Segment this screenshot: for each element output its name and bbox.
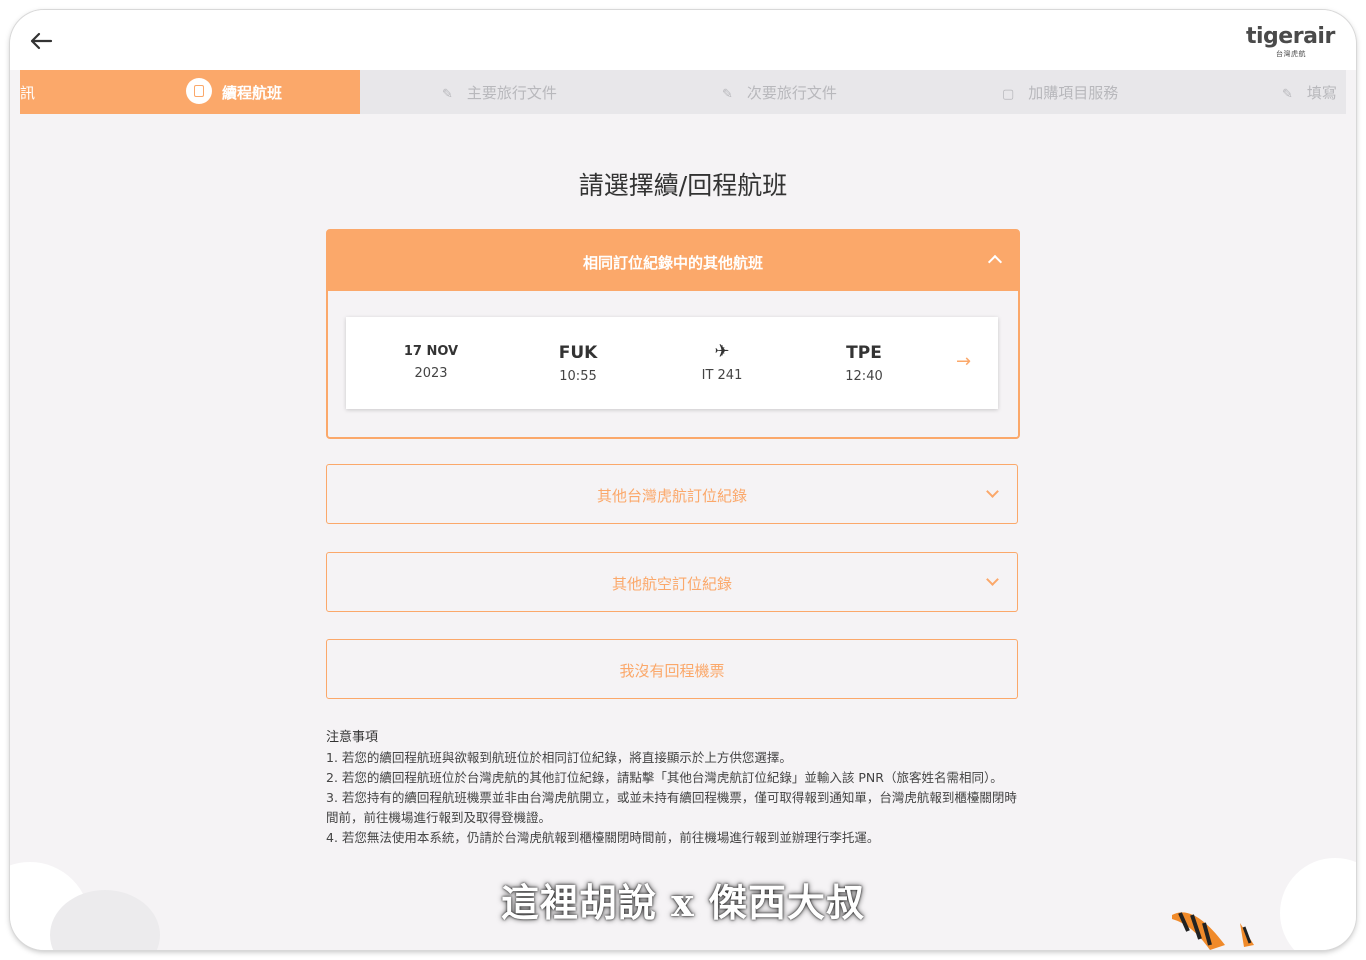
- step-active-label: 續程航班: [222, 84, 283, 102]
- note-line: 3. 若您持有的續回程航班機票並非由台灣虎航開立，或並未持有續回程機票，僅可取得…: [326, 790, 1017, 825]
- departure-code: FUK: [558, 343, 598, 363]
- clipboard-icon: ▢: [1002, 87, 1015, 102]
- departure-info: FUK 10:55: [530, 317, 626, 409]
- departure-time: 10:55: [559, 369, 597, 384]
- pencil-icon: ✎: [442, 87, 453, 102]
- airplane-icon: ✈: [714, 341, 730, 362]
- app-frame: tigerair 台灣虎航 訊 續程航班 ✎ 主要旅行文件 ✎ 次要旅行文件 ▢ 加購…: [10, 10, 1356, 950]
- step-fill-in[interactable]: ✎ 填寫: [1282, 82, 1337, 103]
- flight-card[interactable]: 17 NOV 2023 FUK 10:55 ✈ IT 241 TPE 12:40…: [346, 317, 998, 409]
- flight-number-info: ✈ IT 241: [682, 317, 762, 409]
- other-tigerair-booking-accordion[interactable]: 其他台灣虎航訂位紀錄: [326, 464, 1018, 524]
- arrival-time: 12:40: [845, 369, 883, 384]
- arrival-info: TPE 12:40: [816, 317, 912, 409]
- panel-title: 相同訂位紀錄中的其他航班: [582, 254, 763, 272]
- flight-number: IT 241: [701, 368, 743, 383]
- notes-title: 注意事項: [326, 730, 379, 745]
- step-primary-documents[interactable]: ✎ 主要旅行文件: [442, 82, 557, 103]
- back-button[interactable]: [26, 26, 56, 56]
- step-active-connecting-flight[interactable]: 訊 續程航班: [20, 70, 360, 114]
- same-booking-panel-header[interactable]: 相同訂位紀錄中的其他航班: [328, 231, 1018, 291]
- flight-date: 17 NOV 2023: [403, 344, 459, 381]
- clipboard-icon: [186, 78, 212, 104]
- tigerair-logo: tigerair 台灣虎航: [1246, 24, 1335, 58]
- step-progress-bar: 訊 續程航班 ✎ 主要旅行文件 ✎ 次要旅行文件 ▢ 加購項目服務 ✎ 填寫: [20, 70, 1346, 114]
- other-airline-booking-accordion[interactable]: 其他航空訂位紀錄: [326, 552, 1018, 612]
- step-add-ons[interactable]: ▢ 加購項目服務: [1002, 82, 1118, 103]
- top-bar: tigerair 台灣虎航: [10, 10, 1356, 70]
- step-previous-label: 訊: [20, 84, 36, 102]
- note-line: 1. 若您的續回程航班與欲報到航班位於相同訂位紀錄，將直接顯示於上方供您選擇。: [326, 750, 792, 765]
- arrival-code: TPE: [846, 343, 882, 363]
- no-return-ticket-button[interactable]: 我沒有回程機票: [326, 639, 1018, 699]
- pencil-icon: ✎: [722, 87, 733, 102]
- arrow-right-icon[interactable]: →: [956, 351, 971, 372]
- note-line: 2. 若您的續回程航班位於台灣虎航的其他訂位紀錄，請點擊「其他台灣虎航訂位紀錄」…: [326, 770, 1003, 785]
- pencil-icon: ✎: [1282, 87, 1293, 102]
- notes-section: 注意事項 1. 若您的續回程航班與欲報到航班位於相同訂位紀錄，將直接顯示於上方供…: [326, 728, 1026, 848]
- arrow-left-icon: [30, 32, 53, 50]
- same-booking-panel: 相同訂位紀錄中的其他航班 17 NOV 2023 FUK 10:55 ✈ IT …: [326, 229, 1020, 439]
- page-title: 請選擇續/回程航班: [578, 171, 788, 200]
- note-line: 4. 若您無法使用本系統，仍請於台灣虎航報到櫃檯關閉時間前，前往機場進行報到並辦…: [326, 830, 880, 845]
- watermark-text: 這裡胡說 x 傑西大叔: [500, 880, 866, 925]
- step-secondary-documents[interactable]: ✎ 次要旅行文件: [722, 82, 837, 103]
